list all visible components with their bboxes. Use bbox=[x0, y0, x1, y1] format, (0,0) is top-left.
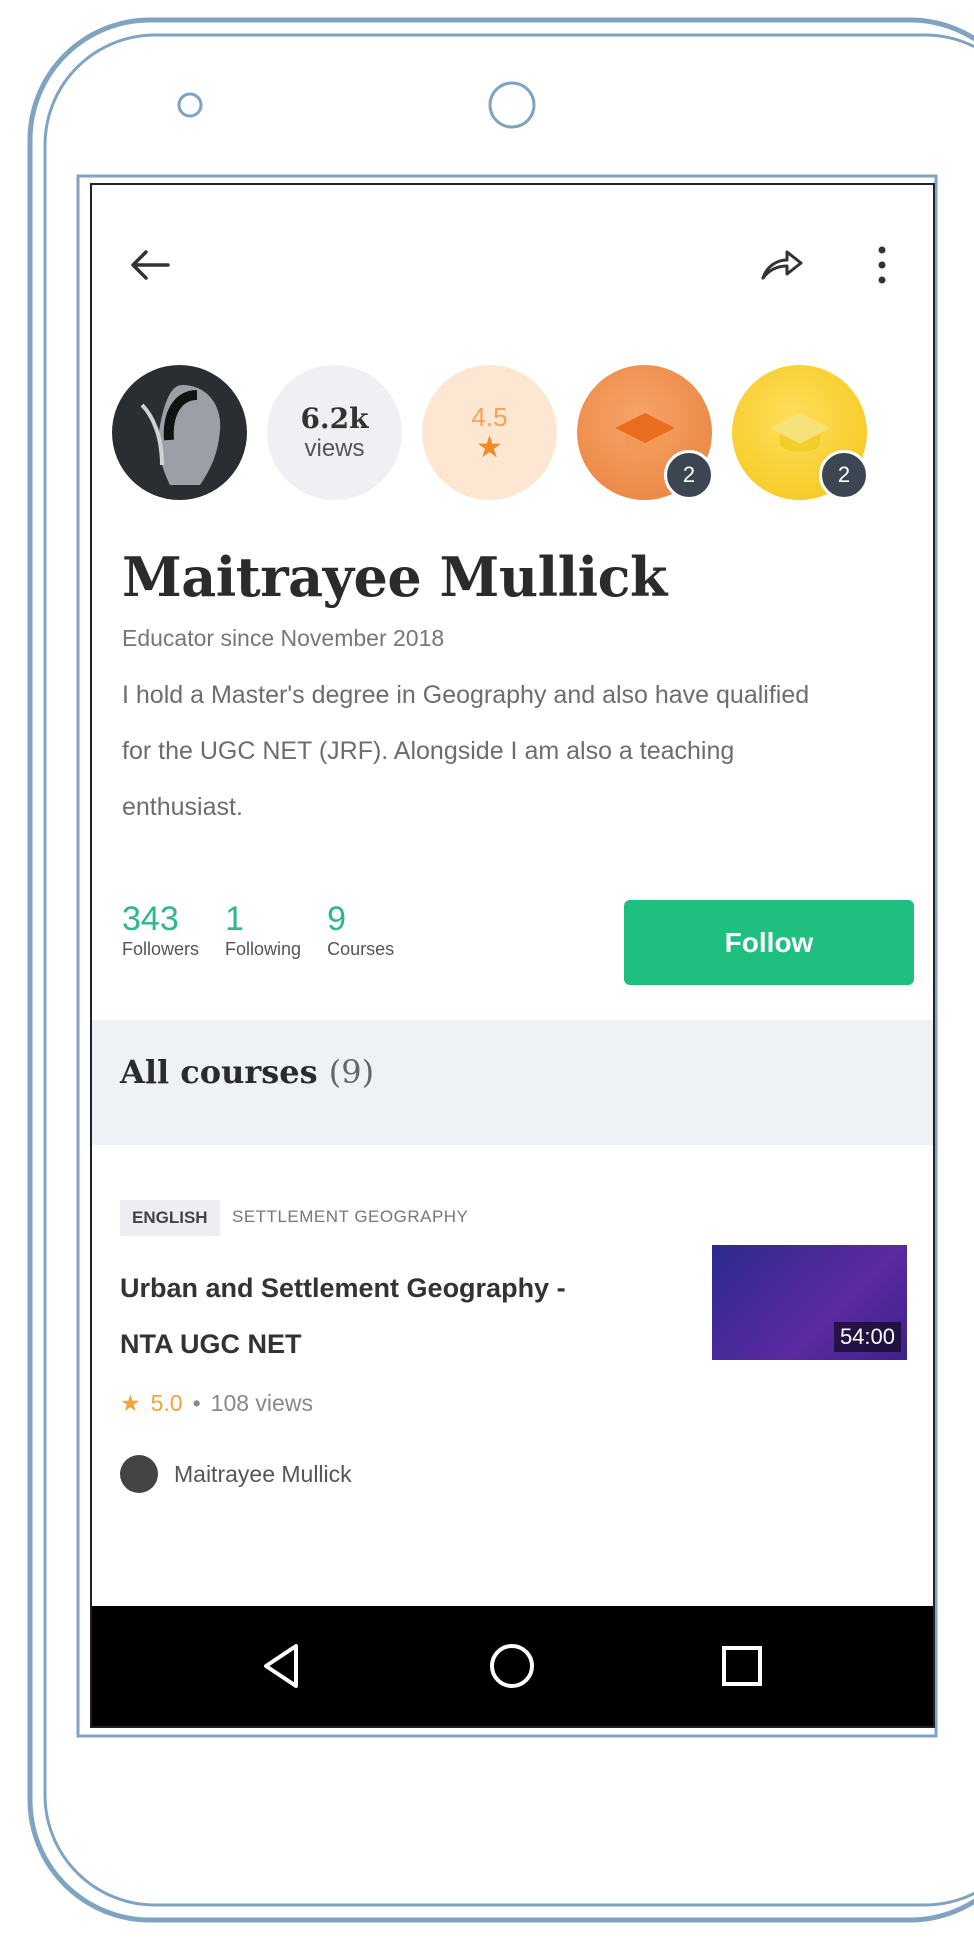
sensor-icon bbox=[177, 92, 203, 118]
course-card[interactable]: ENGLISH SETTLEMENT GEOGRAPHY Urban and S… bbox=[92, 1145, 933, 1493]
course-meta: ★ 5.0 • 108 views bbox=[120, 1390, 313, 1417]
all-courses-title: All courses bbox=[120, 1053, 318, 1091]
courses-count: 9 bbox=[327, 900, 346, 938]
achievement-badge-yellow[interactable]: 2 bbox=[732, 365, 869, 500]
profile-name: Maitrayee Mullick bbox=[122, 545, 667, 609]
camera-icon bbox=[488, 81, 536, 129]
following-stat[interactable]: 1 Following bbox=[225, 900, 301, 960]
course-duration: 54:00 bbox=[833, 1322, 901, 1352]
meta-separator: • bbox=[192, 1390, 201, 1416]
author-avatar bbox=[120, 1455, 158, 1493]
course-author[interactable]: Maitrayee Mullick bbox=[120, 1455, 352, 1493]
rating-value: 4.5 bbox=[471, 402, 508, 432]
share-icon[interactable] bbox=[752, 235, 812, 295]
rating-badge: 4.5 ★ bbox=[422, 365, 557, 500]
graduation-cap-icon bbox=[614, 412, 675, 452]
more-vertical-icon[interactable] bbox=[862, 235, 902, 295]
following-label: Following bbox=[225, 939, 302, 959]
followers-stat[interactable]: 343 Followers bbox=[122, 900, 199, 960]
all-courses-heading: All courses (9) bbox=[120, 1053, 374, 1091]
profile-stats: 343 Followers 1 Following 9 Courses bbox=[122, 900, 394, 960]
following-count: 1 bbox=[225, 900, 244, 938]
language-tag: ENGLISH bbox=[120, 1200, 220, 1236]
profile-badges: 6.2k views 4.5 ★ 2 2 bbox=[112, 365, 912, 505]
android-nav-bar bbox=[92, 1606, 933, 1726]
nav-back-icon[interactable] bbox=[252, 1636, 312, 1696]
followers-label: Followers bbox=[122, 939, 200, 959]
top-bar bbox=[92, 185, 933, 335]
nav-recent-icon[interactable] bbox=[712, 1636, 772, 1696]
topic-tag: SETTLEMENT GEOGRAPHY bbox=[232, 1207, 469, 1226]
all-courses-count: (9) bbox=[328, 1053, 375, 1091]
badge-count: 2 bbox=[819, 450, 869, 500]
views-label: views bbox=[304, 435, 365, 462]
badge-count: 2 bbox=[664, 450, 714, 500]
courses-label: Courses bbox=[327, 939, 395, 959]
avatar[interactable] bbox=[112, 365, 247, 500]
nav-home-icon[interactable] bbox=[482, 1636, 542, 1696]
back-arrow-icon[interactable] bbox=[120, 235, 180, 295]
courses-stat[interactable]: 9 Courses bbox=[327, 900, 394, 960]
profile-bio: I hold a Master's degree in Geography an… bbox=[122, 681, 810, 821]
course-views: 108 views bbox=[210, 1390, 313, 1416]
course-title[interactable]: Urban and Settlement Geography - NTA UGC… bbox=[120, 1260, 620, 1372]
course-rating: 5.0 bbox=[150, 1390, 183, 1416]
star-icon: ★ bbox=[476, 431, 503, 464]
follow-button[interactable]: Follow bbox=[624, 900, 914, 985]
educator-since: Educator since November 2018 bbox=[122, 625, 445, 651]
course-thumbnail[interactable]: 54:00 bbox=[712, 1245, 907, 1360]
views-badge: 6.2k views bbox=[267, 365, 402, 500]
graduation-cap-icon bbox=[769, 412, 830, 452]
followers-count: 343 bbox=[122, 900, 179, 938]
achievement-badge-orange[interactable]: 2 bbox=[577, 365, 714, 500]
app-screen: 6.2k views 4.5 ★ 2 2 Maitrayee Mullick E… bbox=[90, 183, 935, 1728]
views-count: 6.2k bbox=[300, 402, 369, 435]
author-name: Maitrayee Mullick bbox=[174, 1460, 352, 1487]
star-icon: ★ bbox=[120, 1390, 141, 1416]
